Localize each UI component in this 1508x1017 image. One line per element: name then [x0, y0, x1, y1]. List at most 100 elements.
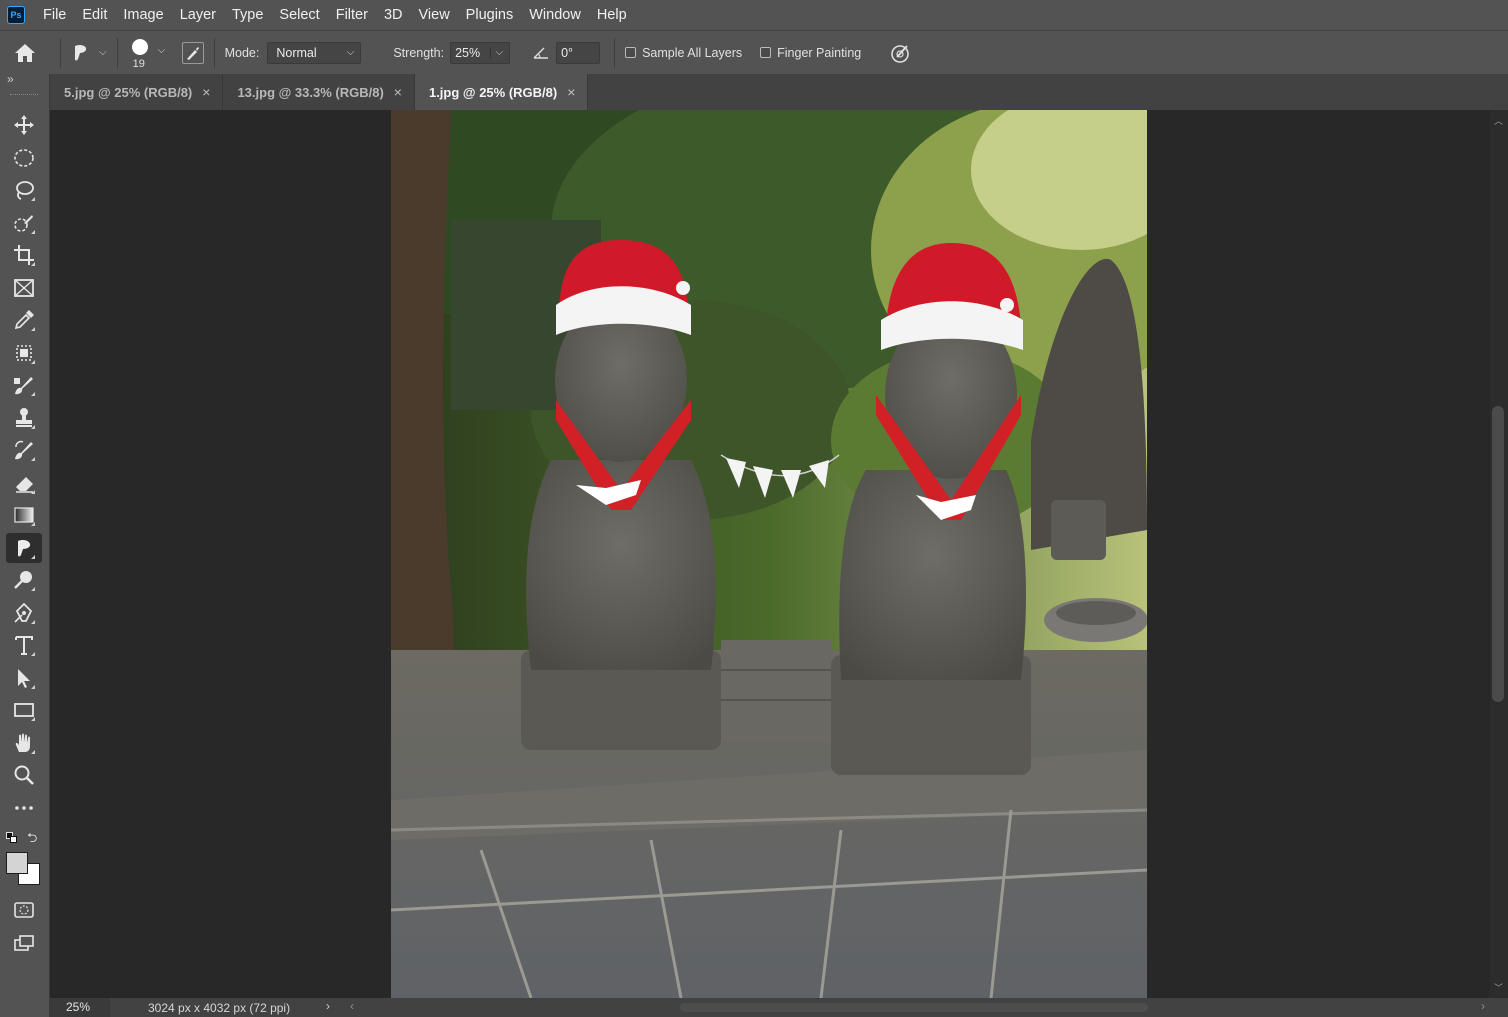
- mode-value: Normal: [276, 45, 317, 60]
- zoom-tool[interactable]: [6, 760, 42, 790]
- photoshop-logo: Ps: [7, 6, 25, 24]
- status-menu-arrow[interactable]: ›: [326, 999, 330, 1013]
- tab-1-jpg[interactable]: 1.jpg @ 25% (RGB/8) ×: [414, 74, 589, 110]
- patch-tool[interactable]: [6, 338, 42, 368]
- separator: [116, 37, 118, 68]
- close-icon[interactable]: ×: [394, 84, 402, 100]
- tools-panel: » ⮌: [0, 72, 50, 1017]
- brush-size: 19: [132, 57, 145, 70]
- scroll-up-icon[interactable]: ︿: [1494, 114, 1503, 127]
- history-brush-tool[interactable]: [6, 435, 42, 465]
- edit-toolbar[interactable]: [6, 793, 42, 823]
- menu-file[interactable]: File: [35, 0, 74, 30]
- smudge-tool[interactable]: [6, 533, 42, 563]
- healing-brush-tool[interactable]: [6, 370, 42, 400]
- elliptical-marquee-tool[interactable]: [6, 143, 42, 173]
- chevron-down-icon: ⌵: [490, 47, 503, 58]
- swap-colors-icon[interactable]: ⮌: [27, 829, 37, 851]
- menu-edit[interactable]: Edit: [74, 0, 115, 30]
- pressure-icon: [891, 44, 910, 63]
- rectangle-tool[interactable]: [6, 695, 42, 725]
- ellipse-marquee-icon: [14, 149, 34, 167]
- clone-stamp-tool[interactable]: [6, 403, 42, 433]
- horizontal-scrollbar[interactable]: ‹ ›: [350, 999, 1485, 1015]
- tab-5-jpg[interactable]: 5.jpg @ 25% (RGB/8) ×: [50, 74, 224, 110]
- finger-painting-checkbox[interactable]: [760, 47, 772, 58]
- menu-type[interactable]: Type: [224, 0, 271, 30]
- brush-settings-button[interactable]: [181, 41, 204, 64]
- photo-jeju-statues: [391, 110, 1147, 998]
- pen-tool[interactable]: [6, 598, 42, 628]
- eraser-tool[interactable]: [6, 468, 42, 498]
- mode-label: Mode:: [224, 45, 260, 60]
- foreground-color-swatch[interactable]: [6, 852, 28, 874]
- lasso-tool[interactable]: [6, 175, 42, 205]
- sample-all-layers-checkbox[interactable]: [625, 47, 637, 58]
- screen-mode-button[interactable]: [6, 928, 42, 958]
- menu-bar: Ps File Edit Image Layer Type Select Fil…: [0, 0, 1508, 30]
- strength-value: 25%: [455, 45, 481, 60]
- path-selection-tool[interactable]: [6, 663, 42, 693]
- options-bar: ⌵ 19 ⌵ Mode: Normal ⌵ Strength: 25% ⌵ 0°…: [0, 30, 1508, 74]
- menu-help[interactable]: Help: [589, 0, 635, 30]
- hand-tool[interactable]: [6, 728, 42, 758]
- menu-3d[interactable]: 3D: [376, 0, 411, 30]
- strength-dropdown[interactable]: 25% ⌵: [450, 41, 511, 64]
- pressure-strength-button[interactable]: [889, 41, 913, 65]
- collapse-toggle[interactable]: »: [7, 72, 14, 86]
- move-tool[interactable]: [6, 110, 42, 140]
- scroll-right-icon[interactable]: ›: [1481, 999, 1485, 1013]
- document-tabs: 5.jpg @ 25% (RGB/8) × 13.jpg @ 33.3% (RG…: [50, 74, 1508, 110]
- dodge-tool[interactable]: [6, 565, 42, 595]
- angle-value: 0°: [561, 45, 574, 60]
- menu-plugins[interactable]: Plugins: [458, 0, 522, 30]
- vertical-scrollbar[interactable]: ︿ ﹀: [1490, 110, 1508, 998]
- zoom-level-field[interactable]: 25%: [50, 998, 110, 1017]
- sample-all-layers-label[interactable]: Sample All Layers: [642, 46, 742, 60]
- more-icon: [15, 806, 33, 810]
- smudge-icon: [75, 44, 87, 60]
- panel-grip[interactable]: [10, 94, 38, 96]
- scroll-left-icon[interactable]: ‹: [350, 999, 354, 1013]
- frame-icon: [14, 279, 34, 297]
- menu-image[interactable]: Image: [115, 0, 171, 30]
- horizontal-scroll-thumb[interactable]: [680, 1003, 1148, 1012]
- document-image[interactable]: [391, 110, 1147, 998]
- chevron-down-icon: ⌵: [99, 47, 107, 58]
- crop-tool[interactable]: [6, 240, 42, 270]
- quick-selection-tool[interactable]: [6, 208, 42, 238]
- eyedropper-tool[interactable]: [6, 305, 42, 335]
- frame-tool[interactable]: [6, 273, 42, 303]
- tab-label: 13.jpg @ 33.3% (RGB/8): [237, 84, 384, 100]
- move-icon: [14, 115, 34, 135]
- menu-filter[interactable]: Filter: [328, 0, 376, 30]
- finger-painting-label[interactable]: Finger Painting: [777, 46, 861, 60]
- brush-settings-icon: [186, 46, 199, 60]
- menu-select[interactable]: Select: [271, 0, 327, 30]
- brush-tip-icon: [131, 38, 148, 55]
- scroll-down-icon[interactable]: ﹀: [1494, 981, 1503, 994]
- default-colors-icon[interactable]: [6, 832, 18, 844]
- mode-dropdown[interactable]: Normal ⌵: [267, 41, 362, 64]
- separator: [614, 37, 616, 68]
- type-tool[interactable]: [6, 630, 42, 660]
- menu-window[interactable]: Window: [521, 0, 589, 30]
- tool-preset-picker[interactable]: ⌵: [71, 43, 107, 63]
- strength-label: Strength:: [393, 45, 445, 60]
- menu-view[interactable]: View: [411, 0, 458, 30]
- home-icon: [15, 43, 35, 62]
- vertical-scroll-thumb[interactable]: [1492, 406, 1504, 702]
- home-button[interactable]: [0, 31, 50, 75]
- angle-input[interactable]: 0°: [556, 41, 601, 64]
- screen-mode-icon: [14, 935, 34, 951]
- brush-preset-picker[interactable]: 19 ⌵: [128, 33, 178, 73]
- chevron-down-icon: ⌵: [346, 47, 355, 58]
- close-icon[interactable]: ×: [567, 84, 575, 100]
- menu-layer[interactable]: Layer: [172, 0, 224, 30]
- tab-13-jpg[interactable]: 13.jpg @ 33.3% (RGB/8) ×: [223, 74, 415, 110]
- close-icon[interactable]: ×: [202, 84, 210, 100]
- gradient-tool[interactable]: [6, 500, 42, 530]
- quick-mask-button[interactable]: [6, 895, 42, 925]
- canvas-area[interactable]: [51, 110, 1490, 998]
- document-info[interactable]: 3024 px x 4032 px (72 ppi): [148, 1001, 328, 1015]
